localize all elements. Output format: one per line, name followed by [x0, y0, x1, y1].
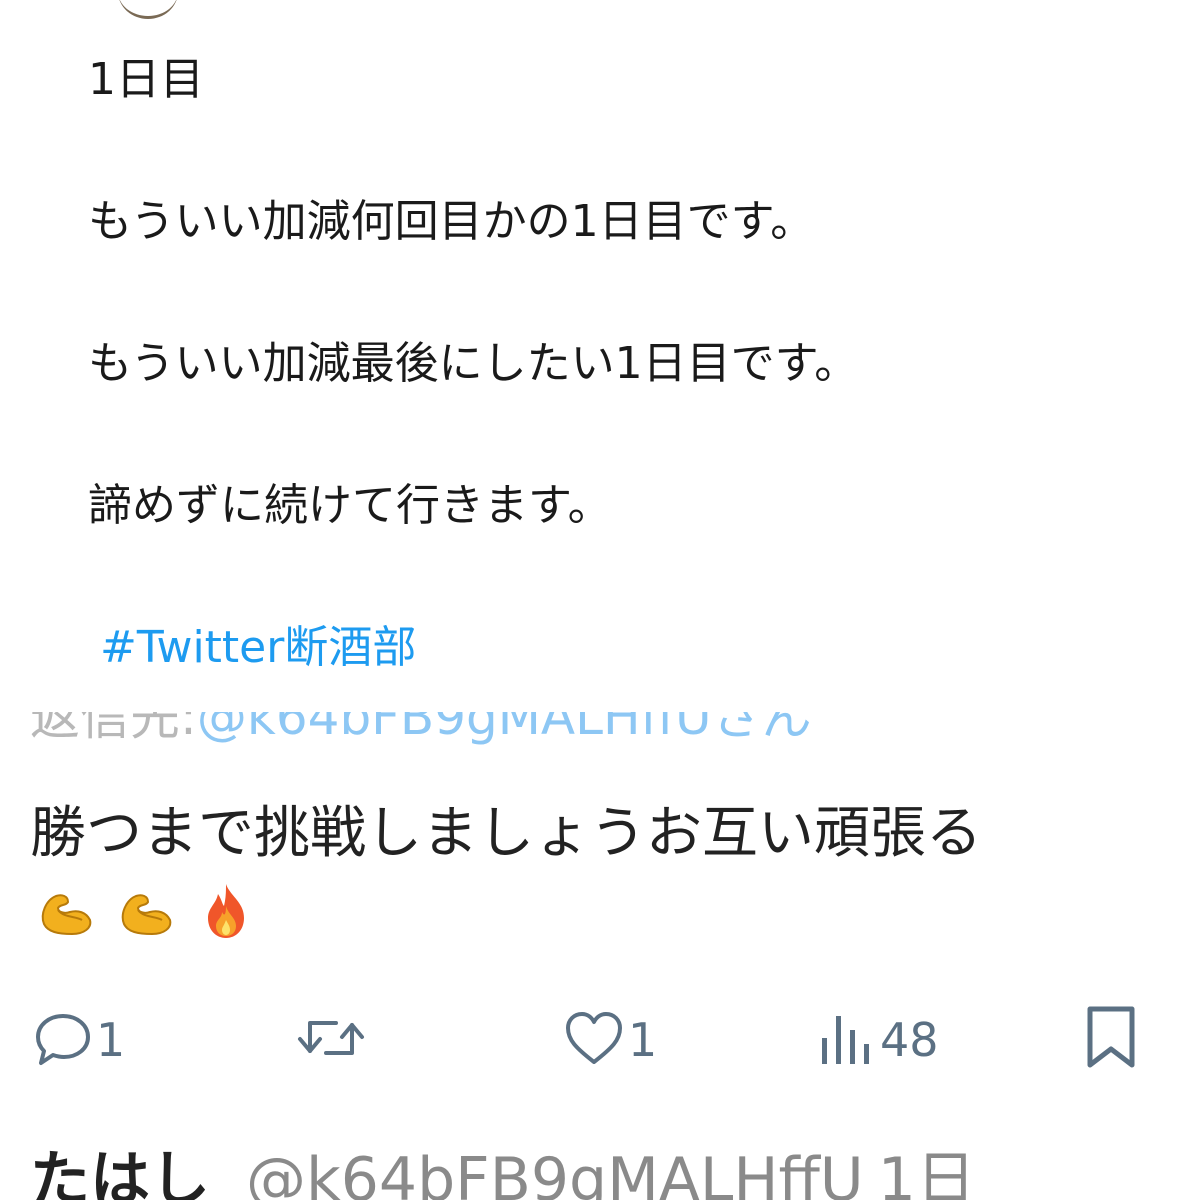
flexed-biceps-icon: [34, 878, 98, 942]
views-button[interactable]: 48: [818, 1000, 939, 1080]
like-button[interactable]: 1: [562, 1000, 657, 1080]
reply-text: 勝つまで挑戦しましょうお互い頑張る: [30, 801, 982, 866]
tweet-line: もういい加減最後にしたい1日目です。: [88, 338, 859, 389]
reply-to-label: 返信先:@k64bFB9gMALHffUさん: [30, 712, 1150, 760]
quoted-tweet-body: 1日目 もういい加減何回目かの1日目です。 もういい加減最後にしたい1日目です。…: [88, 40, 1148, 688]
flexed-biceps-icon: [114, 878, 178, 942]
retweet-icon: [296, 1007, 366, 1073]
views-count: 48: [880, 1013, 939, 1067]
hashtag-link[interactable]: #Twitter断酒部: [100, 622, 416, 673]
retweet-button[interactable]: [296, 1000, 368, 1080]
tweet-line: 1日目: [88, 54, 204, 105]
reply-icon: [32, 1007, 94, 1073]
hashtag-line: #Twitter断酒部: [88, 608, 1148, 688]
heart-icon: [562, 1008, 626, 1072]
tweet-timestamp[interactable]: 1日: [878, 1150, 976, 1200]
reply-count: 1: [96, 1013, 126, 1067]
author-name[interactable]: たはし: [30, 1150, 210, 1200]
emoji-row: [34, 878, 258, 942]
analytics-icon: [818, 1008, 878, 1072]
reply-button[interactable]: 1: [32, 1000, 125, 1080]
tweet-actions: 1 1 48: [0, 1000, 1200, 1080]
fire-icon: [194, 878, 258, 942]
reply-to-prefix: 返信先:: [30, 712, 197, 746]
bookmark-icon: [1084, 1005, 1138, 1075]
bookmark-button[interactable]: [1084, 1000, 1138, 1080]
avatar[interactable]: [118, 0, 178, 19]
tweet-line: もういい加減何回目かの1日目です。: [88, 196, 815, 247]
reply-to-handle-link[interactable]: @k64bFB9gMALHffUさん: [197, 712, 812, 746]
like-count: 1: [628, 1013, 658, 1067]
next-tweet-header: たはし @k64bFB9gMALHffU 1日: [30, 1150, 1190, 1200]
tweet-line: 諦めずに続けて行きます。: [88, 480, 612, 531]
author-handle[interactable]: @k64bFB9gMALHffU: [246, 1150, 864, 1200]
